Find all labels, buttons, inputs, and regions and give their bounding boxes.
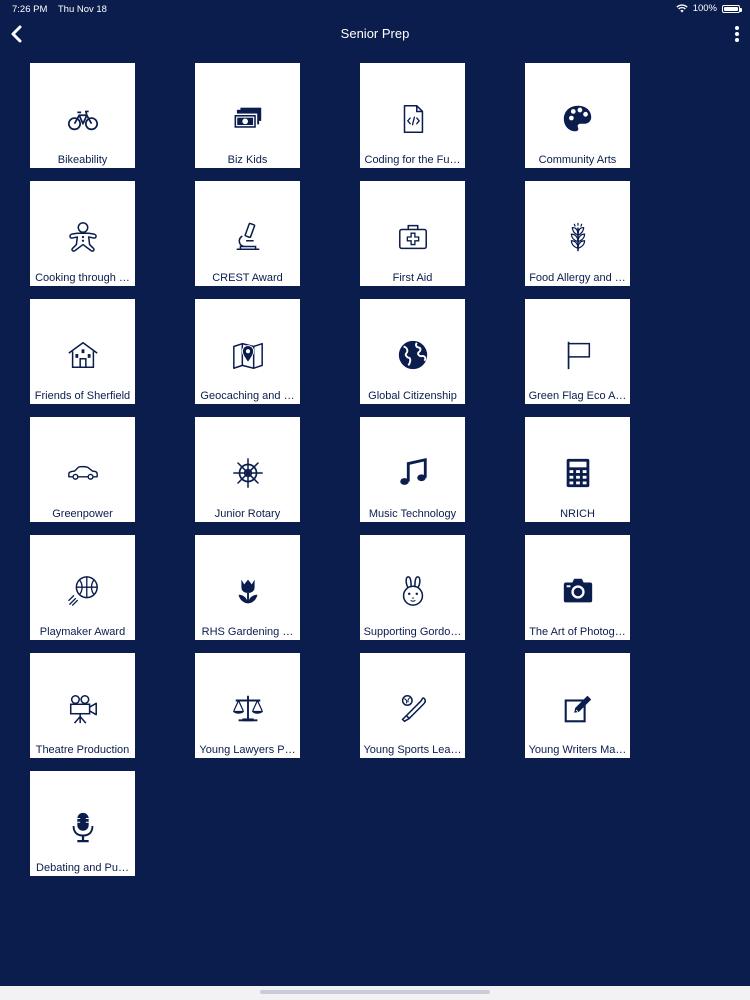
status-date: Thu Nov 18	[57, 4, 107, 15]
activity-tile-music-technology[interactable]: Music Technology	[360, 417, 465, 522]
activity-tile-greenpower[interactable]: Greenpower	[30, 417, 135, 522]
tile-label: Global Citizenship	[368, 390, 457, 402]
gingerbread-icon	[65, 219, 101, 255]
status-left: 7:26 PM Thu Nov 18	[12, 4, 115, 15]
activity-tile-cooking-through[interactable]: Cooking through …	[30, 181, 135, 286]
activity-grid: Bikeability Biz Kids Coding for the Fu… Com…	[30, 63, 630, 876]
tile-label: Coding for the Fu…	[364, 154, 461, 166]
camera-icon	[560, 573, 596, 609]
status-right: 100%	[676, 3, 742, 14]
money-stack-icon	[230, 101, 266, 137]
activity-tile-geocaching-and[interactable]: Geocaching and …	[195, 299, 300, 404]
house-icon	[65, 337, 101, 373]
tile-label: Cooking through …	[35, 272, 130, 284]
edit-icon	[560, 691, 596, 727]
scales-icon	[230, 691, 266, 727]
code-file-icon	[395, 101, 431, 137]
tile-label: RHS Gardening …	[201, 626, 294, 638]
activity-tile-nrich[interactable]: NRICH	[525, 417, 630, 522]
tile-label: Supporting Gordo…	[363, 626, 462, 638]
activity-tile-theatre-production[interactable]: Theatre Production	[30, 653, 135, 758]
activity-tile-friends-of-sherfield[interactable]: Friends of Sherfield	[30, 299, 135, 404]
basketball-icon	[65, 573, 101, 609]
ship-wheel-icon	[230, 455, 266, 491]
bicycle-icon	[65, 101, 101, 137]
map-pin-icon	[230, 337, 266, 373]
movie-camera-icon	[65, 691, 101, 727]
activity-tile-biz-kids[interactable]: Biz Kids	[195, 63, 300, 168]
activity-tile-young-lawyers-p[interactable]: Young Lawyers P…	[195, 653, 300, 758]
tile-label: Debating and Pu…	[36, 862, 129, 874]
battery-percent: 100%	[692, 3, 717, 14]
home-indicator[interactable]	[260, 990, 490, 994]
tile-label: Young Sports Lea…	[363, 744, 462, 756]
battery-icon	[722, 4, 742, 13]
microscope-icon	[230, 219, 266, 255]
status-time: 7:26 PM	[12, 4, 48, 15]
activity-tile-the-art-of-photog[interactable]: The Art of Photog…	[525, 535, 630, 640]
tile-label: NRICH	[560, 508, 595, 520]
battery-fill	[724, 6, 738, 11]
activity-tile-young-writers-ma[interactable]: Young Writers Ma…	[525, 653, 630, 758]
tile-label: Biz Kids	[227, 154, 268, 166]
tulip-icon	[230, 573, 266, 609]
wifi-icon	[676, 4, 688, 13]
tile-label: Music Technology	[368, 508, 457, 520]
globe-icon	[395, 337, 431, 373]
music-note-icon	[395, 455, 431, 491]
tile-label: Green Flag Eco A…	[528, 390, 627, 402]
palette-icon	[560, 101, 596, 137]
more-vertical-icon	[735, 26, 739, 42]
calculator-icon	[560, 455, 596, 491]
tile-label: Playmaker Award	[39, 626, 126, 638]
tile-label: Bikeability	[57, 154, 108, 166]
baseball-icon	[395, 691, 431, 727]
more-options-button[interactable]	[730, 23, 744, 45]
nav-bar: Senior Prep	[0, 20, 750, 48]
tile-label: Junior Rotary	[214, 508, 281, 520]
tile-label: Theatre Production	[35, 744, 130, 756]
activity-tile-crest-award[interactable]: CREST Award	[195, 181, 300, 286]
tile-label: CREST Award	[212, 272, 283, 284]
wheat-icon	[560, 219, 596, 255]
flag-icon	[560, 337, 596, 373]
status-bar: 7:26 PM Thu Nov 18 100%	[0, 0, 750, 18]
activity-tile-debating-and-pu[interactable]: Debating and Pu…	[30, 771, 135, 876]
tile-label: Friends of Sherfield	[34, 390, 131, 402]
tile-label: Food Allergy and …	[529, 272, 626, 284]
activity-tile-first-aid[interactable]: First Aid	[360, 181, 465, 286]
page-title: Senior Prep	[340, 26, 410, 41]
activity-tile-junior-rotary[interactable]: Junior Rotary	[195, 417, 300, 522]
activity-tile-community-arts[interactable]: Community Arts	[525, 63, 630, 168]
first-aid-kit-icon	[395, 219, 431, 255]
tile-label: The Art of Photog…	[529, 626, 626, 638]
activity-tile-playmaker-award[interactable]: Playmaker Award	[30, 535, 135, 640]
activity-tile-rhs-gardening[interactable]: RHS Gardening …	[195, 535, 300, 640]
activity-tile-coding-for-the-fu[interactable]: Coding for the Fu…	[360, 63, 465, 168]
tile-label: Young Lawyers P…	[199, 744, 296, 756]
microphone-icon	[65, 809, 101, 845]
activity-tile-bikeability[interactable]: Bikeability	[30, 63, 135, 168]
tile-label: Community Arts	[538, 154, 617, 166]
tile-label: Young Writers Ma…	[528, 744, 627, 756]
rabbit-icon	[395, 573, 431, 609]
activity-tile-food-allergy-and[interactable]: Food Allergy and …	[525, 181, 630, 286]
tile-label: First Aid	[392, 272, 433, 284]
tile-label: Greenpower	[52, 508, 113, 520]
activity-tile-supporting-gordo[interactable]: Supporting Gordo…	[360, 535, 465, 640]
activity-tile-young-sports-lea[interactable]: Young Sports Lea…	[360, 653, 465, 758]
activity-tile-global-citizenship[interactable]: Global Citizenship	[360, 299, 465, 404]
activity-tile-green-flag-eco-a[interactable]: Green Flag Eco A…	[525, 299, 630, 404]
car-icon	[65, 455, 101, 491]
tile-label: Geocaching and …	[200, 390, 295, 402]
